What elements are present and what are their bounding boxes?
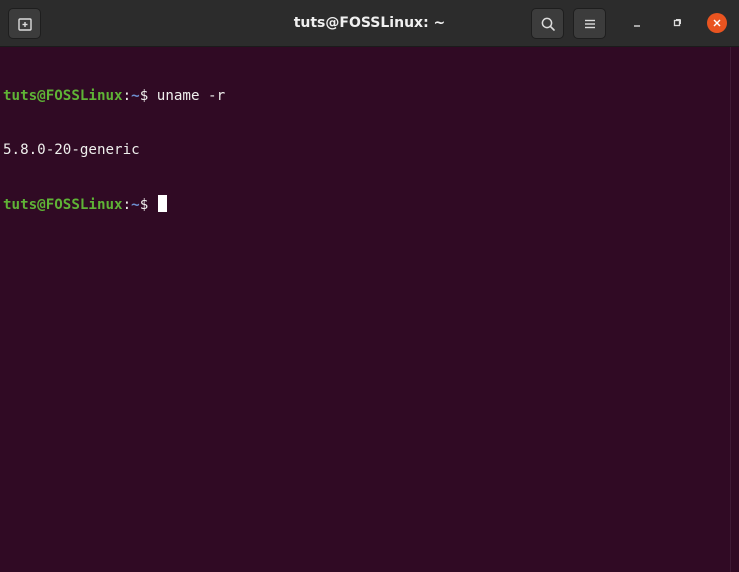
scrollbar[interactable] [730,47,739,572]
prompt-path: ~ [131,88,140,104]
prompt-symbol: $ [140,197,157,213]
command-output: 5.8.0-20-generic [3,142,140,158]
new-tab-button[interactable] [8,8,41,39]
maximize-button[interactable] [667,13,687,33]
minimize-button[interactable] [627,13,647,33]
terminal-window: tuts@FOSSLinux: ~ [0,0,739,572]
terminal-line: 5.8.0-20-generic [3,141,730,159]
minimize-icon [631,17,643,29]
new-tab-icon [17,16,33,32]
prompt-symbol: $ [140,88,157,104]
search-icon [540,16,556,32]
terminal-output[interactable]: tuts@FOSSLinux:~$ uname -r 5.8.0-20-gene… [0,47,730,572]
close-icon [711,17,723,29]
header-bar: tuts@FOSSLinux: ~ [0,0,739,47]
search-button[interactable] [531,8,564,39]
prompt-user-host: tuts@FOSSLinux [3,197,123,213]
prompt-path: ~ [131,197,140,213]
hamburger-menu-icon [582,16,598,32]
terminal-line: tuts@FOSSLinux:~$ uname -r [3,87,730,105]
menu-button[interactable] [573,8,606,39]
close-button[interactable] [707,13,727,33]
maximize-icon [671,17,683,29]
prompt-user-host: tuts@FOSSLinux [3,88,123,104]
prompt-separator: : [123,88,132,104]
command-text: uname -r [157,88,225,104]
prompt-separator: : [123,197,132,213]
text-cursor [158,195,167,212]
terminal-line: tuts@FOSSLinux:~$ [3,195,730,213]
